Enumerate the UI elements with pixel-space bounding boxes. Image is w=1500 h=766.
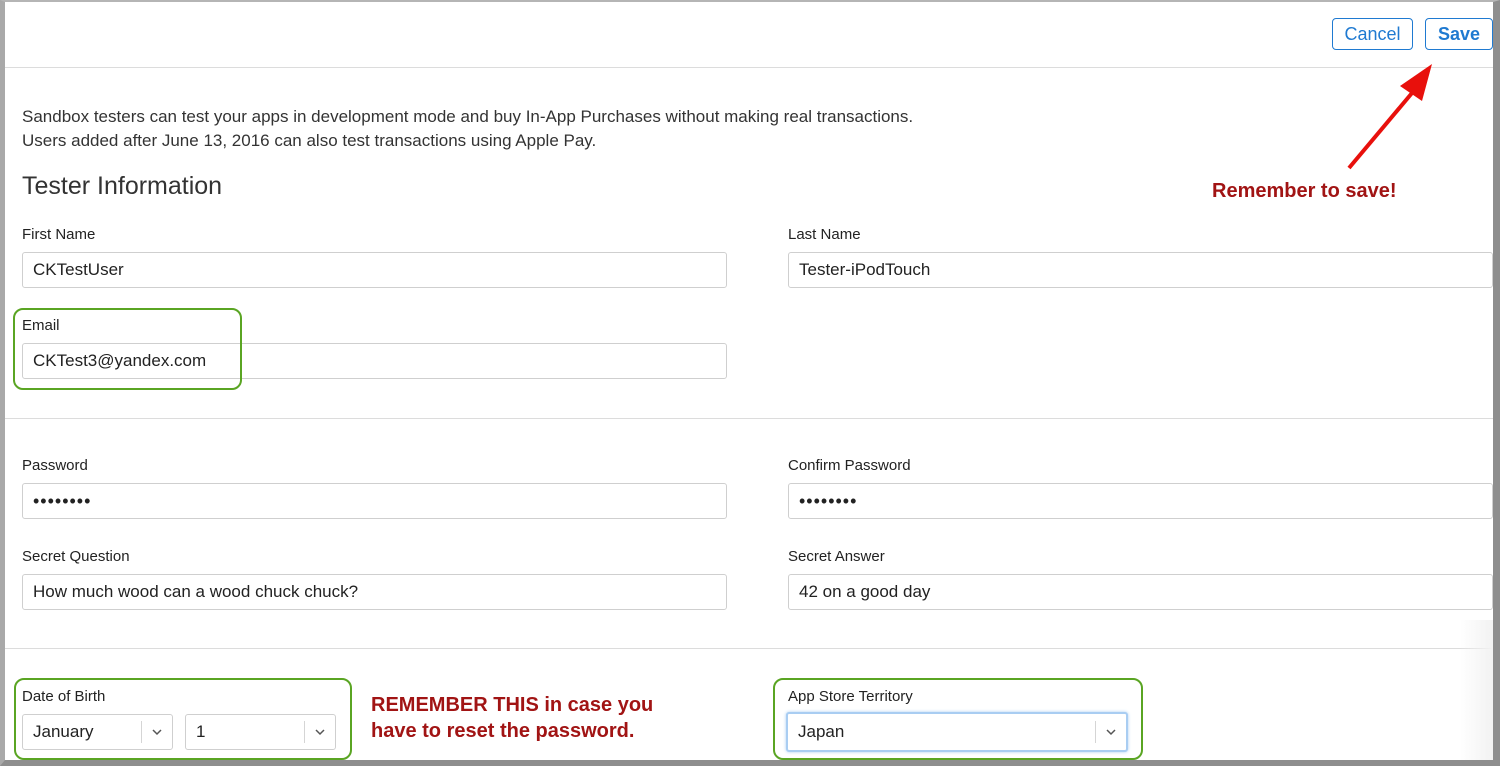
secret-question-label: Secret Question (22, 548, 130, 565)
territory-highlight (773, 678, 1143, 760)
secret-answer-input[interactable]: 42 on a good day (788, 574, 1493, 610)
section-divider-1 (5, 418, 1493, 419)
cancel-button[interactable]: Cancel (1332, 18, 1413, 50)
dob-note-line-2: have to reset the password. (371, 720, 635, 742)
date-of-birth-reminder-annotation: REMEMBER THIS in case you have to reset … (371, 692, 653, 744)
email-highlight (13, 308, 242, 390)
first-name-input[interactable]: CKTestUser (22, 252, 727, 288)
scroll-fade (1460, 620, 1493, 760)
password-label: Password (22, 457, 88, 474)
save-button[interactable]: Save (1425, 18, 1493, 50)
top-toolbar (5, 2, 1493, 68)
secret-answer-label: Secret Answer (788, 548, 885, 565)
intro-text-line-1: Sandbox testers can test your apps in de… (22, 107, 914, 126)
first-name-label: First Name (22, 226, 96, 243)
section-divider-2 (5, 648, 1493, 649)
dob-note-line-1: REMEMBER THIS in case you (371, 694, 654, 716)
confirm-password-input[interactable]: •••••••• (788, 483, 1493, 519)
secret-question-input[interactable]: How much wood can a wood chuck chuck? (22, 574, 727, 610)
section-title: Tester Information (22, 172, 223, 200)
save-reminder-annotation: Remember to save! (1212, 180, 1397, 202)
intro-text-line-2: Users added after June 13, 2016 can also… (22, 131, 597, 150)
password-input[interactable]: •••••••• (22, 483, 727, 519)
last-name-label: Last Name (788, 226, 861, 243)
last-name-input[interactable]: Tester-iPodTouch (788, 252, 1493, 288)
confirm-password-label: Confirm Password (788, 457, 911, 474)
date-of-birth-highlight (14, 678, 352, 760)
